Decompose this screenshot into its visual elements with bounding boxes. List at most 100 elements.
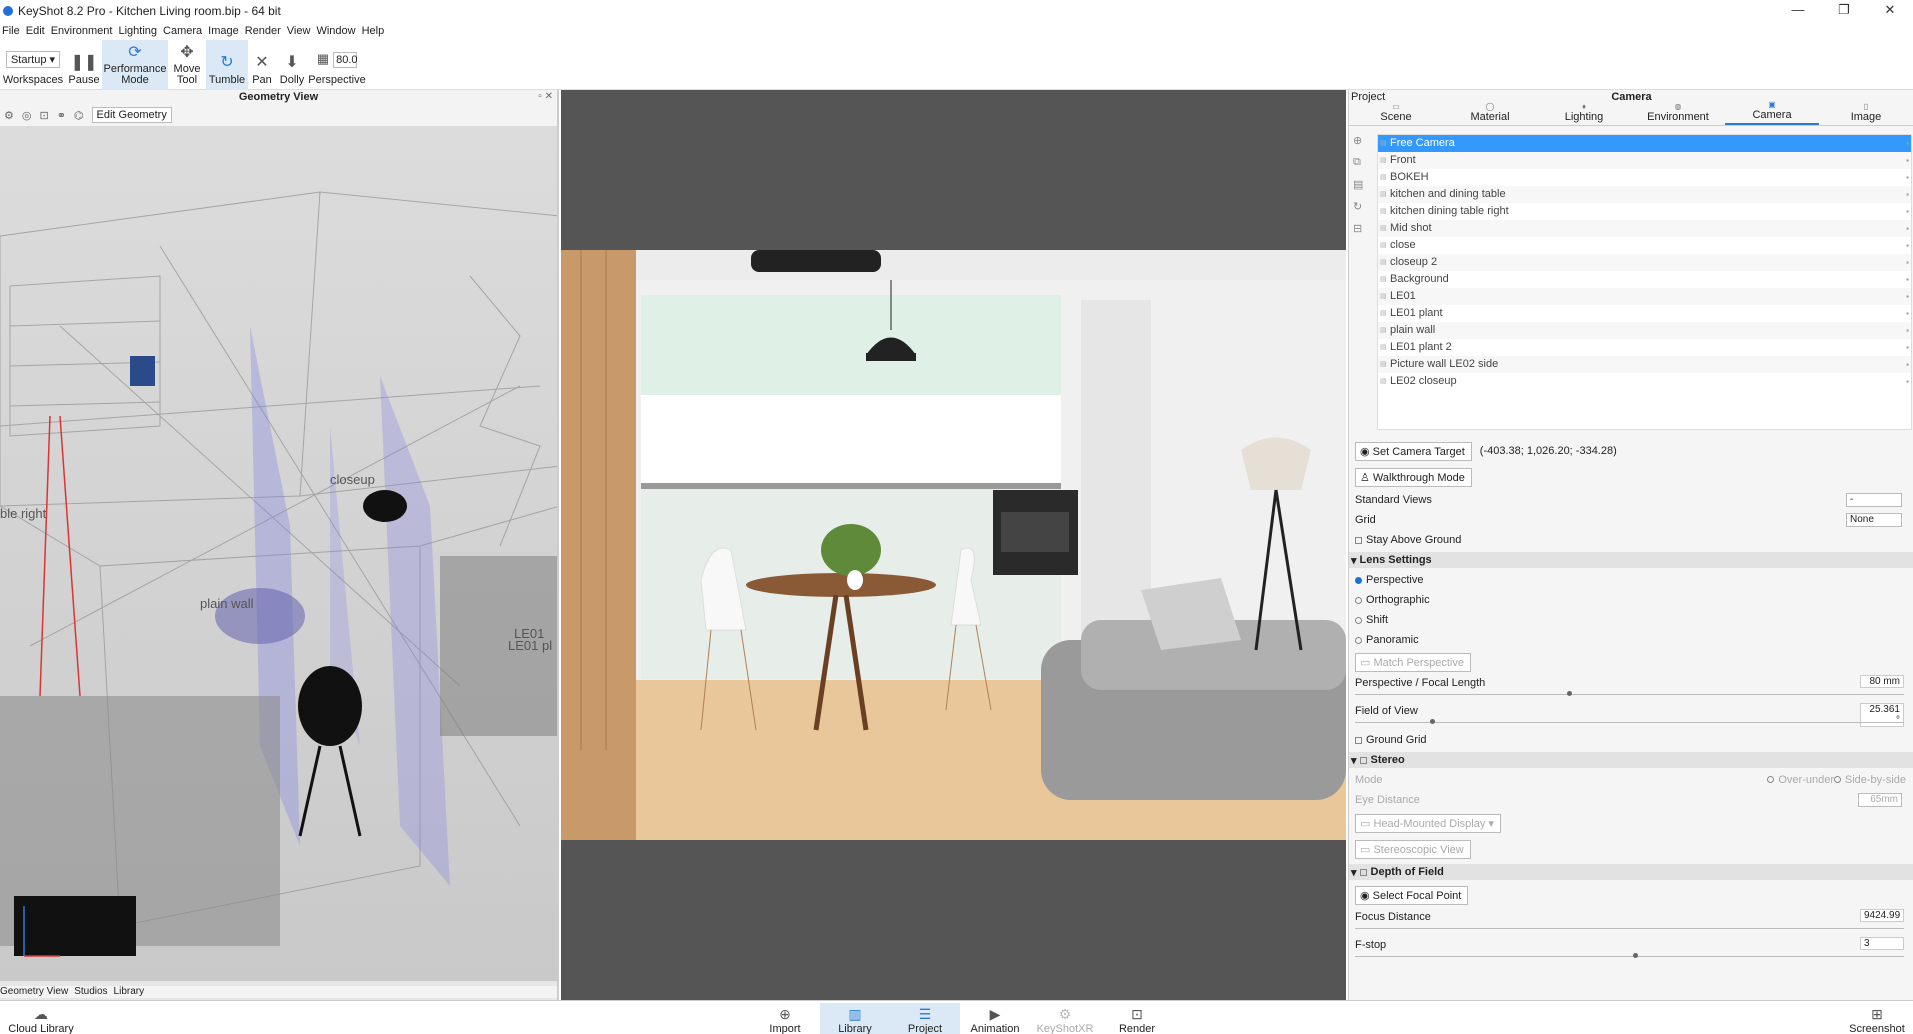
standard-views-select[interactable]: - <box>1846 493 1902 507</box>
geo-settings-icon[interactable]: ⚙ <box>4 109 14 122</box>
perspective-radio[interactable] <box>1355 576 1362 584</box>
cloud-library-button[interactable]: ☁ Cloud Library <box>4 1003 78 1034</box>
shift-radio[interactable] <box>1355 616 1362 624</box>
orthographic-radio[interactable] <box>1355 596 1362 604</box>
menu-help[interactable]: Help <box>362 25 385 37</box>
grid-select[interactable]: None <box>1846 513 1902 527</box>
workspaces-tool[interactable]: Startup ▾ Workspaces <box>0 40 66 90</box>
match-perspective-button[interactable]: ▭ Match Perspective <box>1355 652 1471 672</box>
lock-icon[interactable]: ▪ <box>1906 322 1909 339</box>
camera-item[interactable]: Background ▪ <box>1378 271 1911 288</box>
tab-scene[interactable]: ▭ Scene <box>1349 102 1443 125</box>
camera-item[interactable]: Mid shot ▪ <box>1378 220 1911 237</box>
lock-icon[interactable]: ▪ <box>1906 186 1909 203</box>
close-button[interactable]: ✕ <box>1867 0 1913 22</box>
focal-length-slider[interactable]: Perspective / Focal Length 80 mm <box>1355 674 1910 702</box>
eye-distance-value[interactable]: 65mm <box>1858 793 1902 807</box>
menu-render[interactable]: Render <box>245 25 281 37</box>
edit-geometry-button[interactable]: Edit Geometry <box>91 107 172 123</box>
over-under-option[interactable]: Over-under <box>1767 774 1834 786</box>
lock-icon[interactable]: ▪ <box>1906 254 1909 271</box>
pause-button[interactable]: ❚❚ Pause <box>66 40 102 90</box>
camera-item[interactable]: plain wall ▪ <box>1378 322 1911 339</box>
geo-camera-icon[interactable]: ◎ <box>22 109 32 122</box>
tumble-button[interactable]: ↻ Tumble <box>206 40 248 90</box>
focal-length-thumb[interactable] <box>1567 691 1573 696</box>
select-focal-point-button[interactable]: ◉ Select Focal Point <box>1355 885 1469 905</box>
ground-grid-checkbox[interactable] <box>1355 736 1362 744</box>
restore-button[interactable]: ❐ <box>1821 0 1867 22</box>
camera-item[interactable]: Free Camera ▪ <box>1378 135 1911 152</box>
tab-environment[interactable]: ◍ Environment <box>1631 102 1725 125</box>
tab-camera[interactable]: ▣ Camera <box>1725 100 1819 125</box>
render-button[interactable]: ⊡ Render <box>1102 1003 1172 1034</box>
dolly-button[interactable]: ⬇ Dolly <box>276 40 308 90</box>
panoramic-radio[interactable] <box>1355 636 1362 644</box>
library-button[interactable]: ▥ Library <box>820 1003 890 1034</box>
side-by-side-option[interactable]: Side-by-side <box>1833 774 1906 786</box>
performance-mode-button[interactable]: ⟳ Performance Mode <box>102 40 168 90</box>
render-viewport[interactable] <box>561 90 1346 1000</box>
lock-icon[interactable]: ▪ <box>1906 135 1909 152</box>
fov-thumb[interactable] <box>1429 719 1435 724</box>
geo-link-icon[interactable]: ⚭ <box>57 109 66 122</box>
over-under-radio[interactable] <box>1767 776 1775 783</box>
menu-view[interactable]: View <box>287 25 311 37</box>
fstop-slider[interactable]: F-stop 3 <box>1355 936 1910 964</box>
tab-lighting[interactable]: ♦ Lighting <box>1537 102 1631 125</box>
workspace-select[interactable]: Startup ▾ <box>5 51 61 68</box>
lens-settings-header[interactable]: ▾ Lens Settings <box>1349 552 1913 568</box>
lock-icon[interactable]: ▪ <box>1906 271 1909 288</box>
menu-image[interactable]: Image <box>208 25 239 37</box>
duplicate-camera-icon[interactable]: ⧉ <box>1353 156 1367 178</box>
lock-icon[interactable]: ▪ <box>1906 305 1909 322</box>
project-button[interactable]: ☰ Project <box>890 1003 960 1034</box>
focus-distance-value[interactable]: 9424.99 <box>1860 909 1904 922</box>
lock-icon[interactable]: ▪ <box>1906 356 1909 373</box>
minimize-button[interactable]: — <box>1775 0 1821 22</box>
screenshot-button[interactable]: ⊞ Screenshot <box>1842 1003 1912 1034</box>
fov-input[interactable]: 80.0 <box>333 52 358 68</box>
fov-slider[interactable]: Field of View 25.361 ° <box>1355 702 1910 730</box>
lock-icon[interactable]: ▪ <box>1906 237 1909 254</box>
tab-geometry-view[interactable]: Geometry View <box>0 986 68 998</box>
import-button[interactable]: ⊕ Import <box>750 1003 820 1034</box>
menu-environment[interactable]: Environment <box>51 25 113 37</box>
stereo-header[interactable]: ▾ Stereo <box>1349 752 1913 768</box>
panel-float-close-icon[interactable]: ▫ ✕ <box>538 90 553 104</box>
lock-icon[interactable]: ▪ <box>1906 203 1909 220</box>
fstop-thumb[interactable] <box>1632 953 1638 958</box>
delete-camera-icon[interactable]: ▤ <box>1353 178 1367 200</box>
depth-of-field-checkbox[interactable] <box>1359 868 1367 876</box>
geo-hierarchy-icon[interactable]: ⌬ <box>74 109 84 122</box>
lock-icon[interactable]: ▪ <box>1906 169 1909 186</box>
camera-item[interactable]: LE01 plant 2 ▪ <box>1378 339 1911 356</box>
camera-item[interactable]: closeup 2 ▪ <box>1378 254 1911 271</box>
stay-above-ground-checkbox[interactable] <box>1355 536 1362 544</box>
depth-of-field-header[interactable]: ▾ Depth of Field <box>1349 864 1913 880</box>
tab-material[interactable]: ◯ Material <box>1443 102 1537 125</box>
lock-icon[interactable]: ▪ <box>1906 339 1909 356</box>
side-by-side-radio[interactable] <box>1833 776 1841 783</box>
fov-value[interactable]: 25.361 ° <box>1860 703 1904 727</box>
camera-item[interactable]: Picture wall LE02 side ▪ <box>1378 356 1911 373</box>
menu-lighting[interactable]: Lighting <box>118 25 157 37</box>
camera-item[interactable]: kitchen dining table right ▪ <box>1378 203 1911 220</box>
geometry-viewport[interactable]: closeup plain wall ble right LE01 LE01 p… <box>0 126 557 981</box>
camera-item[interactable]: BOKEH ▪ <box>1378 169 1911 186</box>
lock-icon[interactable]: ▪ <box>1906 373 1909 390</box>
tab-image[interactable]: ▯ Image <box>1819 102 1913 125</box>
add-camera-icon[interactable]: ⊕ <box>1353 134 1367 156</box>
stereoscopic-view-button[interactable]: ▭ Stereoscopic View <box>1355 839 1471 859</box>
lock-camera-icon[interactable]: ⊟ <box>1353 222 1367 244</box>
lock-icon[interactable]: ▪ <box>1906 220 1909 237</box>
camera-item[interactable]: close ▪ <box>1378 237 1911 254</box>
fstop-value[interactable]: 3 <box>1860 937 1904 950</box>
menu-window[interactable]: Window <box>316 25 355 37</box>
pan-button[interactable]: ✕ Pan <box>248 40 276 90</box>
camera-item[interactable]: Front ▪ <box>1378 152 1911 169</box>
lock-icon[interactable]: ▪ <box>1906 288 1909 305</box>
menu-file[interactable]: File <box>2 25 20 37</box>
camera-item[interactable]: LE01 plant ▪ <box>1378 305 1911 322</box>
menu-camera[interactable]: Camera <box>163 25 202 37</box>
